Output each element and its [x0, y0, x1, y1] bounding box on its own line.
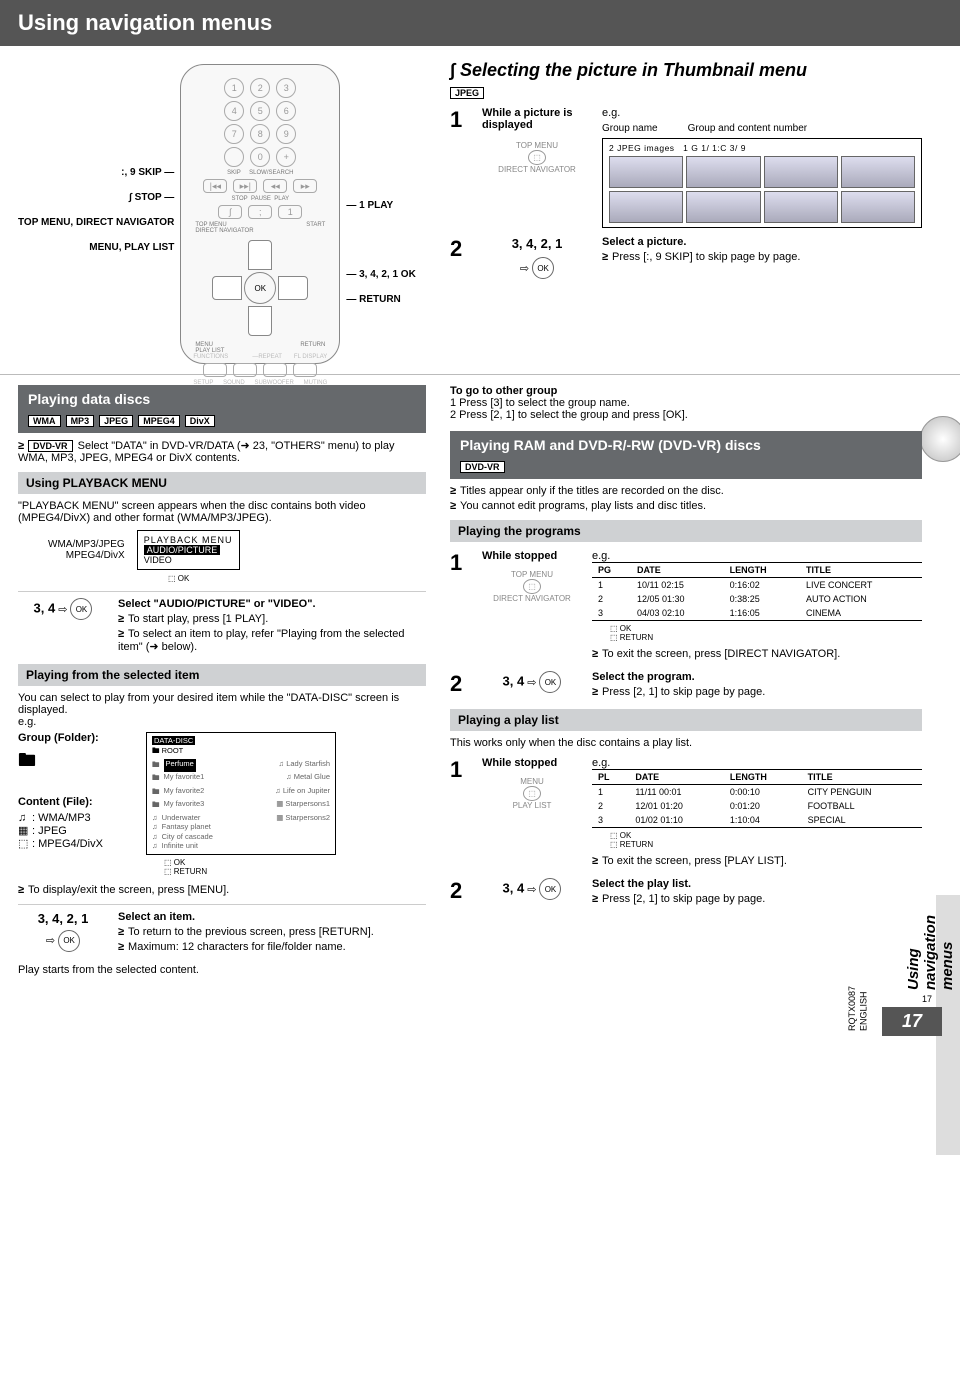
dpad-right[interactable]: [278, 276, 308, 300]
select-program-title: Select the program.: [592, 671, 922, 683]
num-0[interactable]: 0: [250, 147, 270, 167]
folder-icon: 🖿: [18, 748, 128, 778]
press-icon: ⬚: [528, 150, 546, 165]
stop-button[interactable]: ∫: [218, 205, 242, 219]
step-number: 1: [450, 757, 472, 870]
video-icon: ⬚: [18, 837, 32, 850]
side-label: Using navigation menus: [905, 915, 956, 990]
step2-title: Select a picture.: [602, 236, 922, 248]
num-8[interactable]: 8: [250, 124, 270, 144]
thumbnail-panel: 2 JPEG images 1 G 1/ 1:C 3/ 9: [602, 138, 922, 228]
dpad-up[interactable]: [248, 240, 272, 270]
thumbnail-heading: ∫ Selecting the picture in Thumbnail men…: [450, 60, 922, 81]
ok-button[interactable]: OK: [244, 272, 276, 304]
other-group-title: To go to other group: [450, 385, 922, 397]
select-audio-title: Select "AUDIO/PICTURE" or "VIDEO".: [118, 598, 426, 610]
jpeg-tag: JPEG: [99, 415, 133, 427]
step-number: 2: [450, 878, 472, 908]
step-number: 2: [450, 671, 472, 701]
programs-heading: Playing the programs: [450, 520, 922, 542]
dpad-down[interactable]: [248, 306, 272, 336]
pause-button[interactable]: ;: [248, 205, 272, 219]
playing-data-heading: Playing data discs: [18, 385, 426, 413]
remote-right-labels: — 1 PLAY — 3, 4, 2, 1 OK — RETURN: [346, 110, 415, 319]
page-title: Using navigation menus: [0, 0, 960, 46]
ok-icon: ⇨ OK: [520, 257, 554, 279]
step2-bullet: Press [:, 9 SKIP] to skip page by page.: [602, 251, 922, 263]
cancel-button[interactable]: [224, 147, 244, 167]
thumbnail-item[interactable]: [686, 156, 760, 188]
num-9[interactable]: 9: [276, 124, 296, 144]
ram-heading: Playing RAM and DVD-R/-RW (DVD-VR) discs: [450, 431, 922, 459]
mpeg4-tag: MPEG4: [138, 415, 180, 427]
content-label: Content (File):: [18, 796, 128, 808]
table-row: 301/02 01:101:10:04SPECIAL: [592, 813, 922, 828]
playlist-table: PLDATELENGTHTITLE 111/11 00:010:00:10CIT…: [592, 769, 922, 828]
search-fwd-button[interactable]: ▸▸: [293, 179, 317, 193]
divx-tag: DivX: [185, 415, 215, 427]
num-3[interactable]: 3: [276, 78, 296, 98]
groupnum-label: Group and content number: [688, 123, 808, 134]
step-number: 1: [450, 550, 472, 663]
programs-table: PGDATELENGTHTITLE 110/11 02:150:16:02LIV…: [592, 562, 922, 621]
select-item-title: Select an item.: [118, 911, 426, 923]
playing-from-heading: Playing from the selected item: [18, 664, 426, 686]
remote-control: 123 456 789 0+ SKIP SLOW/SEARCH |◂◂▸▸|◂◂…: [180, 64, 340, 364]
num-1[interactable]: 1: [224, 78, 244, 98]
thumbnail-item[interactable]: [764, 191, 838, 223]
thumbnail-item[interactable]: [841, 156, 915, 188]
thumbnail-item[interactable]: [686, 191, 760, 223]
mp3-tag: MP3: [66, 415, 95, 427]
playlist-heading: Playing a play list: [450, 709, 922, 731]
playing-from-desc: You can select to play from your desired…: [18, 692, 426, 716]
play-button[interactable]: 1: [278, 205, 302, 219]
play-starts: Play starts from the selected content.: [18, 964, 426, 976]
dpad-left[interactable]: [212, 276, 242, 300]
step-number: 1: [450, 107, 472, 228]
thumbnail-item[interactable]: [609, 191, 683, 223]
doc-code: RQTX0087ENGLISH: [847, 986, 870, 1031]
skip-next-button[interactable]: ▸▸|: [233, 179, 257, 193]
thumbnail-item[interactable]: [764, 156, 838, 188]
page-number: 17: [882, 1007, 942, 1036]
num-6[interactable]: 6: [276, 101, 296, 121]
step1-cond: While a picture is displayed: [482, 107, 592, 131]
select-playlist-title: Select the play list.: [592, 878, 922, 890]
group-label: Group (Folder):: [18, 732, 128, 744]
num-5[interactable]: 5: [250, 101, 270, 121]
groupname-label: Group name: [602, 123, 658, 134]
arrows-icon: 3, 4, 2, 1: [482, 236, 592, 251]
dvdvr-tag: DVD-VR: [460, 461, 505, 473]
playback-menu-box: PLAYBACK MENU AUDIO/PICTURE VIDEO: [137, 530, 240, 570]
table-row: 111/11 00:010:00:10CITY PENGUIN: [592, 785, 922, 800]
num-7[interactable]: 7: [224, 124, 244, 144]
wma-tag: WMA: [28, 415, 61, 427]
d-pad[interactable]: OK: [212, 240, 308, 336]
table-row: 110/11 02:150:16:02LIVE CONCERT: [592, 578, 922, 593]
playback-menu-heading: Using PLAYBACK MENU: [18, 472, 426, 494]
page-small: 17: [922, 994, 932, 1004]
num-4[interactable]: 4: [224, 101, 244, 121]
remote-left-labels: :, 9 SKIP — ∫ STOP — TOP MENU, DIRECT NA…: [18, 161, 174, 267]
step-number: 2: [450, 236, 472, 279]
playlist-desc: This works only when the disc contains a…: [450, 737, 922, 749]
skip-prev-button[interactable]: |◂◂: [203, 179, 227, 193]
num-2[interactable]: 2: [250, 78, 270, 98]
thumbnail-item[interactable]: [841, 191, 915, 223]
music-icon: ♫: [18, 812, 32, 824]
table-row: 212/05 01:300:38:25AUTO ACTION: [592, 592, 922, 606]
data-disc-box: DATA-DISC 🖿 ROOT 🖿Perfume♫ Lady Starfish…: [146, 732, 336, 855]
h-bass-button[interactable]: +: [276, 147, 296, 167]
table-row: 212/01 01:200:01:20FOOTBALL: [592, 799, 922, 813]
picture-icon: ▦: [18, 824, 32, 837]
dvdvr-tag: DVD-VR: [28, 440, 73, 452]
playback-menu-desc: "PLAYBACK MENU" screen appears when the …: [18, 500, 426, 524]
table-row: 304/03 02:101:16:05CINEMA: [592, 606, 922, 621]
thumbnail-item[interactable]: [609, 156, 683, 188]
search-back-button[interactable]: ◂◂: [263, 179, 287, 193]
jpeg-tag: JPEG: [450, 87, 484, 99]
